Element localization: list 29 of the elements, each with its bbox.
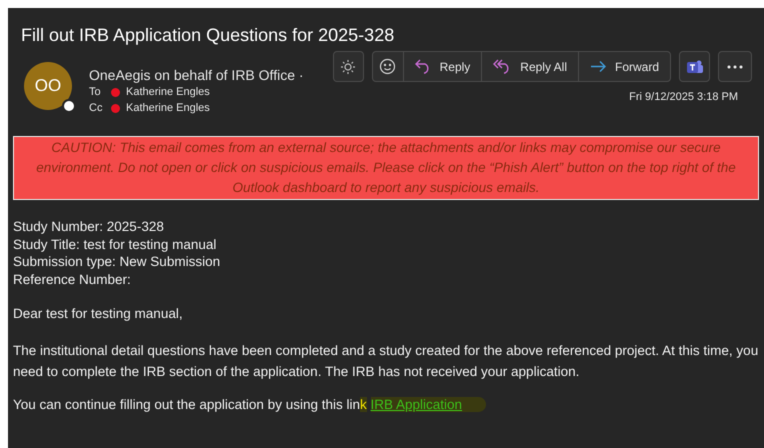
detail-line: Study Number: 2025-328: [13, 218, 165, 236]
body-paragraph: The institutional detail questions have been completed and a study created for the above referenced project. At this time, you need to complete the IRB section of the application. The IRB has not received your application.: [13, 342, 759, 381]
caution-banner: CAUTION: This email comes from an external source; the attachments and/or links may compromise our secure environment. Do not open or click on suspicious emails. Please click on the “Phish Alert” button on the top right of the Outlook dashboard to report any suspicious emails.: [13, 136, 759, 200]
forward-button[interactable]: Forward: [578, 52, 670, 81]
forward-icon: [590, 60, 607, 73]
avatar: OO: [24, 62, 72, 110]
date-text: Fri 9/12/2025 3:18 PM: [629, 90, 738, 105]
recipient-label: To: [89, 85, 102, 100]
link-sentence: You can continue filling out the application by using this link IRB Application: [13, 396, 759, 413]
recipient-name[interactable]: Katherine Engles: [126, 84, 210, 100]
more-button[interactable]: [718, 51, 752, 82]
irb-application-link[interactable]: IRB Application: [370, 396, 486, 412]
reply-button[interactable]: Reply: [404, 52, 482, 81]
greeting-text: Dear test for testing manual,: [13, 305, 184, 322]
detail-line: Study Title: test for testing manual: [13, 236, 218, 253]
sun-icon: [340, 58, 356, 74]
recipient-label: Cc: [89, 101, 104, 116]
teams-icon: [686, 58, 704, 76]
detail-line: Submission type: New Submission: [13, 253, 222, 270]
email-subject: Fill out IRB Application Questions for 2025-328: [20, 24, 396, 47]
teams-button[interactable]: [679, 51, 710, 82]
detail-line: Reference Number:: [13, 270, 132, 288]
brightness-button[interactable]: [332, 51, 364, 82]
sender-name: OneAegis on behalf of IRB Office ·: [89, 66, 304, 84]
smiley-icon: [379, 58, 396, 75]
status-icon: [62, 99, 76, 113]
more-icon: [727, 64, 743, 68]
recipient-name[interactable]: Katherine Engles: [126, 100, 210, 116]
reply-all-button[interactable]: Reply All: [482, 52, 579, 81]
